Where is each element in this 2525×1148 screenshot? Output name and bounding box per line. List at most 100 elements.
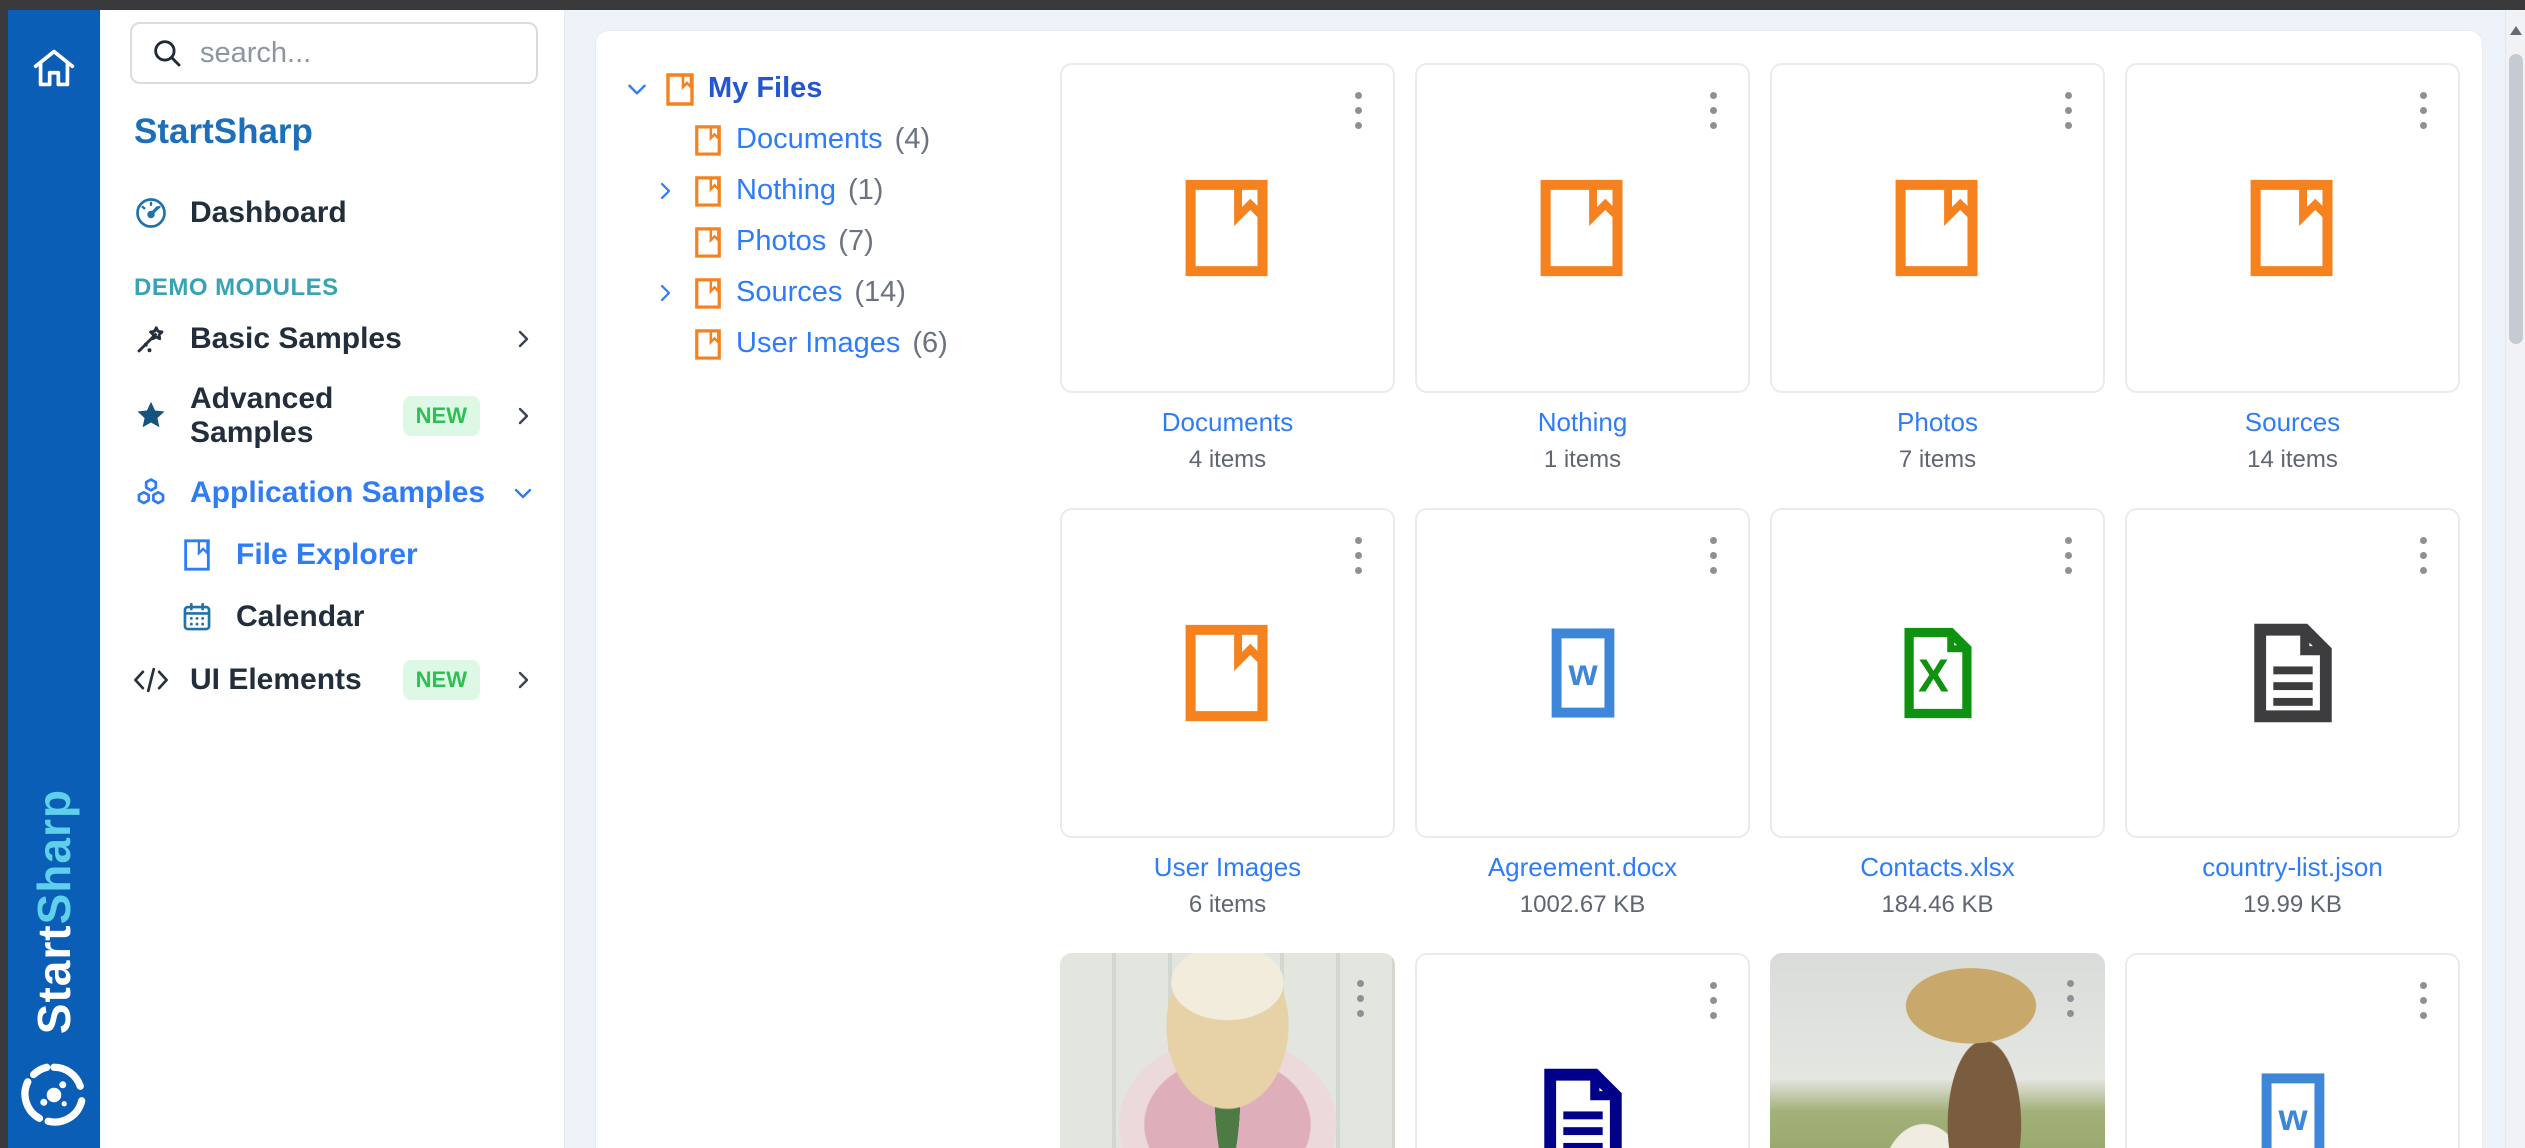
sidebar-item-ui-elements[interactable]: UI Elements NEW xyxy=(130,648,538,712)
word-file-icon: w xyxy=(2260,1062,2326,1148)
svg-text:w: w xyxy=(1567,651,1598,693)
excel-file-icon: X xyxy=(1901,617,1975,729)
tree-node-count: (4) xyxy=(895,123,930,156)
more-vertical-icon[interactable] xyxy=(1341,81,1375,139)
tree-node-label[interactable]: Documents xyxy=(736,123,883,156)
tree-node-label[interactable]: User Images xyxy=(736,327,900,360)
sidebar-item-advanced-samples[interactable]: Advanced Samples NEW xyxy=(130,370,538,462)
file-card-user-images[interactable]: User Images 6 items xyxy=(1060,508,1395,919)
tree-node-my-files[interactable]: My Files xyxy=(622,63,1060,114)
tree-node-nothing[interactable]: Nothing (1) xyxy=(622,165,1060,216)
more-vertical-icon[interactable] xyxy=(1696,971,1730,1029)
more-vertical-icon[interactable] xyxy=(1343,969,1377,1027)
tree-node-sources[interactable]: Sources (14) xyxy=(622,267,1060,318)
file-name-link[interactable]: Contacts.xlsx xyxy=(1770,852,2105,883)
search-input[interactable] xyxy=(200,37,577,70)
file-name-link[interactable]: User Images xyxy=(1060,852,1395,883)
tree-node-label[interactable]: Photos xyxy=(736,225,826,258)
chevron-right-icon xyxy=(510,403,536,429)
tree-node-label[interactable]: Nothing xyxy=(736,174,836,207)
sidebar-item-calendar[interactable]: Calendar xyxy=(130,586,538,648)
tree-node-label[interactable]: Sources xyxy=(736,276,842,309)
file-card-documents[interactable]: Documents 4 items xyxy=(1060,63,1395,474)
card-label: Contacts.xlsx 184.46 KB xyxy=(1770,852,2105,919)
folder-icon xyxy=(1182,176,1274,280)
file-card-sources[interactable]: Sources 14 items xyxy=(2125,63,2460,474)
more-vertical-icon[interactable] xyxy=(2406,81,2440,139)
chevron-spacer xyxy=(650,227,680,257)
card-label: Sources 14 items xyxy=(2125,407,2460,474)
window-frame-left xyxy=(0,0,8,1148)
file-explorer-screen: StartSharp xyxy=(0,0,2525,1148)
card-body xyxy=(1060,63,1395,393)
more-vertical-icon[interactable] xyxy=(1696,526,1730,584)
window-frame-top xyxy=(0,0,2525,10)
sidebar-item-label: Calendar xyxy=(236,600,536,634)
file-card-country-list-json[interactable]: country-list.json 19.99 KB xyxy=(2125,508,2460,919)
chevron-spacer xyxy=(650,329,680,359)
more-vertical-icon[interactable] xyxy=(1696,81,1730,139)
file-name-link[interactable]: country-list.json xyxy=(2125,852,2460,883)
sidebar-item-basic-samples[interactable]: Basic Samples xyxy=(130,308,538,370)
chevron-down-icon[interactable] xyxy=(622,74,652,104)
more-vertical-icon[interactable] xyxy=(2406,971,2440,1029)
folder-icon xyxy=(692,173,724,209)
card-body xyxy=(2125,63,2460,393)
file-card-photo-2[interactable] xyxy=(1770,953,2105,1148)
tree-node-count: (14) xyxy=(854,276,906,309)
tree-node-documents[interactable]: Documents (4) xyxy=(622,114,1060,165)
sidebar-item-file-explorer[interactable]: File Explorer xyxy=(130,524,538,586)
sidebar-item-label: Basic Samples xyxy=(190,322,490,356)
more-vertical-icon[interactable] xyxy=(2406,526,2440,584)
scrollbar-thumb[interactable] xyxy=(2509,54,2523,344)
tree-node-user-images[interactable]: User Images (6) xyxy=(622,318,1060,369)
file-name-link[interactable]: Documents xyxy=(1060,407,1395,438)
star-icon xyxy=(132,397,170,435)
home-button[interactable] xyxy=(22,36,86,100)
scroll-up-arrow[interactable] xyxy=(2510,26,2522,35)
sidebar-item-application-samples[interactable]: Application Samples xyxy=(130,462,538,524)
vertical-brand: StartSharp xyxy=(31,789,77,1034)
file-card-agreement-docx[interactable]: w Agreement.docx 1002.67 KB xyxy=(1415,508,1750,919)
file-card-contacts-xlsx[interactable]: X Contacts.xlsx 184.46 KB xyxy=(1770,508,2105,919)
more-vertical-icon[interactable] xyxy=(2051,81,2085,139)
file-meta: 1 items xyxy=(1415,446,1750,474)
more-vertical-icon[interactable] xyxy=(2051,526,2085,584)
file-name-link[interactable]: Agreement.docx xyxy=(1415,852,1750,883)
folder-icon xyxy=(178,536,216,574)
card-label: Documents 4 items xyxy=(1060,407,1395,474)
swirl-logo-icon xyxy=(19,1060,89,1130)
sidebar-item-label: File Explorer xyxy=(236,538,536,572)
file-card-photo-1[interactable] xyxy=(1060,953,1395,1148)
folder-icon xyxy=(1537,176,1629,280)
brand-start: Start xyxy=(28,924,80,1034)
tree-node-label[interactable]: My Files xyxy=(708,72,822,105)
more-vertical-icon[interactable] xyxy=(1341,526,1375,584)
magic-wand-icon xyxy=(132,320,170,358)
photo-thumbnail[interactable] xyxy=(1060,953,1395,1148)
file-name-link[interactable]: Sources xyxy=(2125,407,2460,438)
photo-thumbnail[interactable] xyxy=(1770,953,2105,1148)
chevron-right-icon xyxy=(510,667,536,693)
tree-node-count: (6) xyxy=(912,327,947,360)
tree-node-photos[interactable]: Photos (7) xyxy=(622,216,1060,267)
sidebar-brand-title[interactable]: StartSharp xyxy=(134,112,538,152)
file-card-word-file[interactable]: w xyxy=(2125,953,2460,1148)
file-name-link[interactable]: Nothing xyxy=(1415,407,1750,438)
blue-rail: StartSharp xyxy=(8,10,100,1148)
chevron-right-icon[interactable] xyxy=(650,278,680,308)
file-card-nothing[interactable]: Nothing 1 items xyxy=(1415,63,1750,474)
new-badge: NEW xyxy=(403,660,480,700)
file-name-link[interactable]: Photos xyxy=(1770,407,2105,438)
sidebar-item-dashboard[interactable]: Dashboard xyxy=(130,182,538,244)
file-card-photos[interactable]: Photos 7 items xyxy=(1770,63,2105,474)
more-vertical-icon[interactable] xyxy=(2053,969,2087,1027)
word-file-icon: w xyxy=(1550,617,1616,729)
chevron-right-icon xyxy=(510,326,536,352)
card-body xyxy=(1415,953,1750,1148)
chevron-down-icon xyxy=(510,480,536,506)
vertical-scrollbar[interactable] xyxy=(2505,10,2525,1148)
file-card-text-file[interactable] xyxy=(1415,953,1750,1148)
chevron-right-icon[interactable] xyxy=(650,176,680,206)
file-meta: 1002.67 KB xyxy=(1415,891,1750,919)
